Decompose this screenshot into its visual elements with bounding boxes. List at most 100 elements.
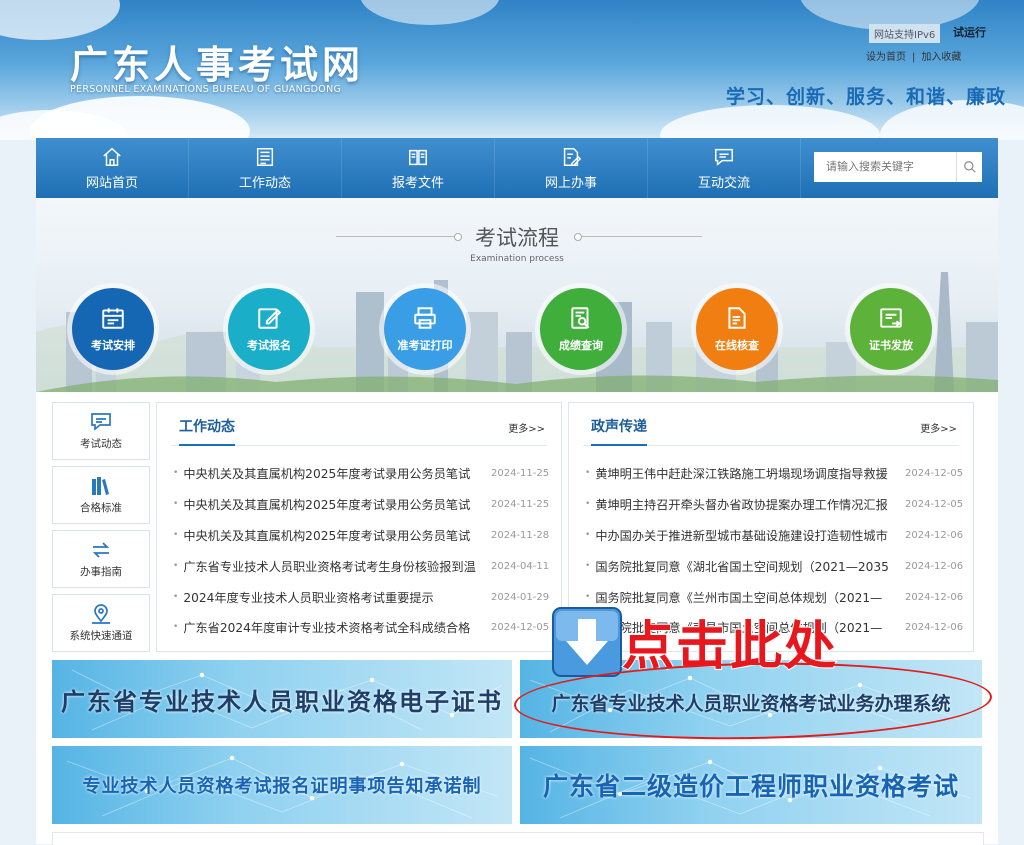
- chat-icon: [715, 148, 733, 166]
- arrows-exchange-icon: [92, 542, 110, 558]
- news-date: 2024-12-05: [905, 498, 964, 510]
- news-date: 2024-11-25: [491, 467, 550, 479]
- bullet-dot-icon: •: [173, 592, 179, 602]
- news-date: 2024-01-29: [491, 591, 550, 603]
- news-item[interactable]: • 黄坤明主持召开牵头督办省政协提案办理工作情况汇报 2024-12-05: [585, 494, 963, 514]
- sidebar-item-label: 合格标准: [80, 502, 122, 514]
- certificate-icon: [880, 308, 902, 328]
- news-date: 2024-11-25: [491, 498, 550, 510]
- bullet-dot-icon: •: [585, 499, 591, 509]
- step-label: 在线核查: [715, 339, 759, 352]
- news-date: 2024-11-28: [491, 529, 550, 541]
- news-item[interactable]: • 中央机关及其直属机构2025年度考试录用公务员笔试 2024-11-25: [173, 494, 549, 514]
- news-title: 黄坤明主持召开牵头督办省政协提案办理工作情况汇报: [595, 498, 888, 512]
- news-date: 2024-12-06: [905, 529, 964, 541]
- bullet-dot-icon: •: [173, 561, 179, 571]
- banner-text: 广东省专业技术人员职业资格电子证书: [61, 687, 503, 716]
- more-link[interactable]: 更多>>: [920, 420, 957, 435]
- top-links-separator: |: [912, 52, 916, 63]
- news-title: 广东省2024年度审计专业技术资格考试全科成绩合格: [183, 621, 471, 635]
- bullet-dot-icon: •: [585, 468, 591, 478]
- sidebar-item-pass-standard[interactable]: 合格标准: [52, 466, 150, 524]
- bookmark-link[interactable]: 加入收藏: [921, 52, 961, 63]
- step-exam-registration[interactable]: 考试报名: [228, 288, 310, 370]
- bottom-panel-edge: [52, 832, 984, 845]
- verify-document-icon: [728, 307, 746, 329]
- location-pin-icon: [92, 604, 110, 624]
- more-link[interactable]: 更多>>: [508, 420, 545, 435]
- news-item[interactable]: • 国务院批复同意《湖北省国土空间规划（2021—2035 2024-12-06: [585, 556, 963, 576]
- ipv6-badge: 网站支持IPv6: [869, 24, 941, 43]
- down-arrow-icon: [552, 606, 622, 677]
- news-date: 2024-12-06: [905, 560, 964, 572]
- step-exam-schedule[interactable]: 考试安排: [72, 288, 154, 370]
- step-admission-ticket-print[interactable]: 准考证打印: [384, 288, 466, 370]
- set-homepage-link[interactable]: 设为首页: [866, 52, 906, 63]
- bullet-dot-icon: •: [173, 530, 179, 540]
- news-item[interactable]: • 黄坤明王伟中赶赴深江铁路施工坍塌现场调度指导救援 2024-12-05: [585, 463, 963, 483]
- news-item[interactable]: • 广东省2024年度审计专业技术资格考试全科成绩合格 2024-12-05: [173, 617, 549, 637]
- nav-item-exam-documents[interactable]: 报考文件: [342, 138, 495, 198]
- bullet-dot-icon: •: [173, 622, 179, 632]
- news-date: 2024-12-05: [491, 621, 550, 633]
- newspaper-icon: [256, 147, 274, 166]
- search-input[interactable]: [824, 160, 956, 174]
- news-item[interactable]: • 中办国办关于推进新型城市基础设施建设打造韧性城市 2024-12-06: [585, 525, 963, 545]
- search-box: [814, 152, 982, 182]
- printer-icon: [414, 307, 436, 329]
- nav-item-home[interactable]: 网站首页: [36, 138, 189, 198]
- slogan: 学习、创新、服务、和谐、廉政: [726, 86, 1007, 108]
- banner-text: 广东省二级造价工程师职业资格考试: [542, 772, 959, 801]
- site-logo-subtitle: PERSONNEL EXAMINATIONS BUREAU OF GUANGDO…: [70, 84, 342, 95]
- news-item[interactable]: • 中央机关及其直属机构2025年度考试录用公务员笔试 2024-11-28: [173, 525, 549, 545]
- news-item[interactable]: • 广东省专业技术人员职业资格考试考生身份核验报到温 2024-04-11: [173, 556, 549, 576]
- news-date: 2024-12-06: [905, 591, 964, 603]
- search-button[interactable]: [956, 152, 982, 182]
- site-header: 广东人事考试网 PERSONNEL EXAMINATIONS BUREAU OF…: [0, 0, 1024, 140]
- sidebar-item-label: 办事指南: [80, 566, 122, 578]
- news-item[interactable]: • 中央机关及其直属机构2025年度考试录用公务员笔试 2024-11-25: [173, 463, 549, 483]
- nav-item-label: 报考文件: [391, 175, 444, 191]
- step-certificate-issuance[interactable]: 证书发放: [850, 288, 932, 370]
- news-date: 2024-12-06: [905, 621, 964, 633]
- news-title: 中央机关及其直属机构2025年度考试录用公务员笔试: [183, 529, 471, 543]
- step-score-inquiry[interactable]: 成绩查询: [540, 288, 622, 370]
- step-label: 准考证打印: [397, 339, 453, 352]
- step-label: 成绩查询: [559, 339, 603, 352]
- news-title: 中办国办关于推进新型城市基础设施建设打造韧性城市: [595, 529, 888, 543]
- site-logo-title[interactable]: 广东人事考试网: [70, 34, 364, 89]
- bullet-dot-icon: •: [173, 499, 179, 509]
- chat-bubble-icon: [91, 413, 111, 431]
- nav-item-interaction[interactable]: 互动交流: [648, 138, 801, 198]
- main-nav: 网站首页 工作动态 报考文件 网上办事 互动交流: [36, 138, 998, 198]
- sidebar-item-service-guide[interactable]: 办事指南: [52, 530, 150, 588]
- panel-header: 政声传递 更多>>: [583, 411, 959, 446]
- sidebar-item-quick-access[interactable]: 系统快速通道: [52, 594, 150, 652]
- home-icon: [103, 147, 121, 166]
- exam-process-section: 考试流程 Examination process 考试安排 考试报名 准考证打印…: [36, 198, 998, 392]
- nav-item-online-services[interactable]: 网上办事: [495, 138, 648, 198]
- sidebar-item-exam-news[interactable]: 考试动态: [52, 402, 150, 460]
- calendar-icon: [102, 308, 124, 329]
- news-item[interactable]: • 2024年度专业技术人员职业资格考试重要提示 2024-01-29: [173, 587, 549, 607]
- banner-commitment-notice[interactable]: 专业技术人员资格考试报名证明事项告知承诺制: [52, 746, 512, 824]
- step-online-verification[interactable]: 在线核查: [696, 288, 778, 370]
- sidebar-item-label: 系统快速通道: [69, 630, 133, 642]
- book-icon: [409, 149, 427, 165]
- books-icon: [92, 477, 109, 495]
- work-news-panel: 工作动态 更多>> • 中央机关及其直属机构2025年度考试录用公务员笔试 2024…: [156, 402, 562, 652]
- step-label: 考试安排: [91, 339, 135, 352]
- bullet-dot-icon: •: [585, 592, 591, 602]
- nav-item-label: 互动交流: [697, 175, 750, 191]
- nav-item-label: 网上办事: [544, 175, 597, 191]
- bullet-dot-icon: •: [173, 468, 179, 478]
- news-title: 中央机关及其直属机构2025年度考试录用公务员笔试: [183, 498, 471, 512]
- news-date: 2024-12-05: [905, 467, 964, 479]
- nav-item-work-news[interactable]: 工作动态: [189, 138, 342, 198]
- news-title: 广东省专业技术人员职业资格考试考生身份核验报到温: [183, 560, 476, 574]
- panel-title: 工作动态: [179, 416, 235, 446]
- banner-cost-engineer-exam[interactable]: 广东省二级造价工程师职业资格考试: [520, 746, 982, 824]
- news-title: 2024年度专业技术人员职业资格考试重要提示: [183, 591, 434, 605]
- banner-text: 专业技术人员资格考试报名证明事项告知承诺制: [82, 776, 482, 797]
- banner-electronic-certificate[interactable]: 广东省专业技术人员职业资格电子证书: [52, 660, 512, 738]
